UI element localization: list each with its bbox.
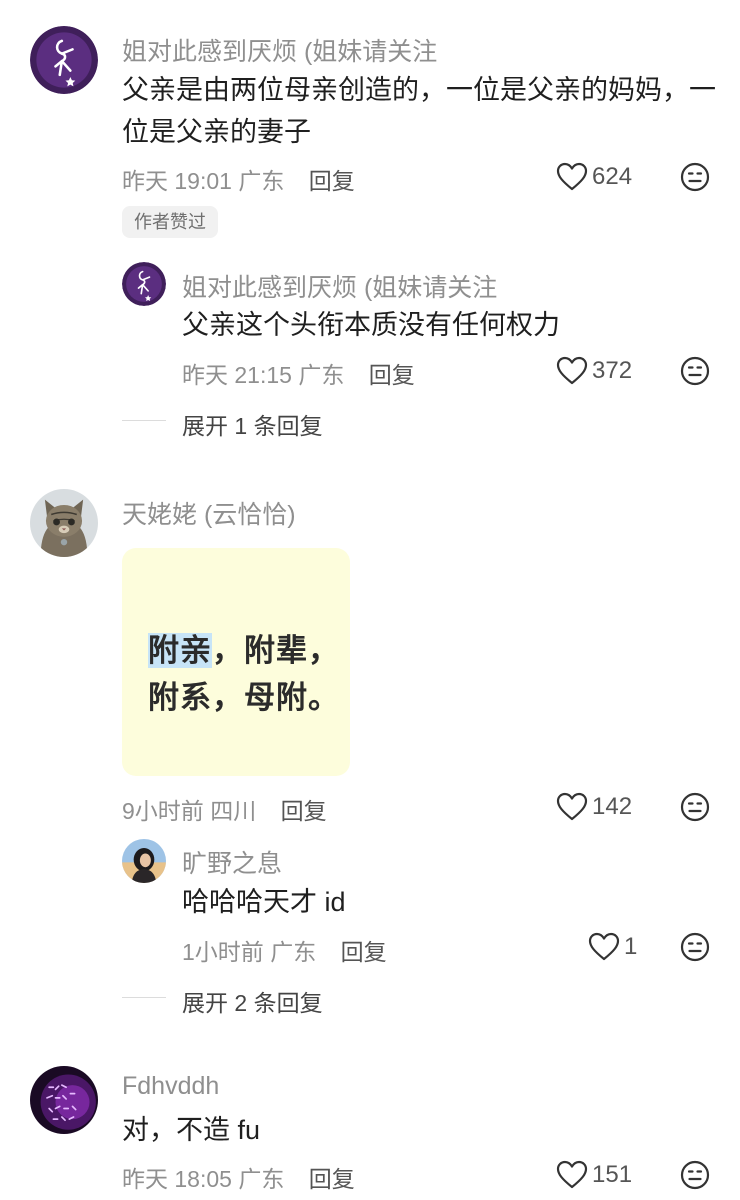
author-liked-badge: 作者赞过 xyxy=(122,206,218,238)
reply-avatar[interactable] xyxy=(122,839,166,883)
highlighted-text: 附亲 xyxy=(148,633,212,668)
neutral-face-icon xyxy=(680,932,710,962)
heart-outline-icon xyxy=(556,1160,588,1190)
avatar[interactable] xyxy=(30,489,98,557)
comment-meta: 昨天 18:05 广东 回复 xyxy=(122,1160,355,1194)
comment-meta: 昨天 19:01 广东 回复 xyxy=(122,162,355,196)
reply-button[interactable]: 回复 xyxy=(309,168,355,194)
like-count: 151 xyxy=(592,1161,633,1188)
neutral-face-icon xyxy=(680,1160,710,1190)
avatar[interactable] xyxy=(30,26,98,94)
like-button[interactable]: 624 xyxy=(556,160,632,194)
like-button[interactable]: 142 xyxy=(556,790,632,824)
comment-time: 昨天 18:05 xyxy=(122,1166,232,1192)
dislike-button[interactable] xyxy=(680,1160,710,1190)
reply-username[interactable]: 旷野之息 xyxy=(182,844,282,880)
comment-time: 昨天 19:01 xyxy=(122,168,232,194)
expand-replies-button[interactable]: 展开 1 条回复 xyxy=(182,407,323,441)
reply-location: 广东 xyxy=(270,939,317,965)
reply-text: 哈哈哈天才 id xyxy=(182,887,346,917)
comment-text-line-1: 父亲是由两位母亲创造的，一位是父亲的妈妈，一 xyxy=(122,75,716,105)
like-button[interactable]: 372 xyxy=(556,354,632,388)
like-count: 142 xyxy=(592,793,633,820)
like-count: 624 xyxy=(592,163,633,190)
dislike-button[interactable] xyxy=(680,792,710,822)
purple-star-figure-avatar-icon xyxy=(30,26,98,94)
reply-location: 广东 xyxy=(298,362,345,388)
dislike-button[interactable] xyxy=(680,932,710,962)
cat-avatar-icon xyxy=(30,489,98,557)
divider xyxy=(122,997,166,998)
reply-time: 昨天 21:15 xyxy=(182,362,292,388)
reply-meta: 昨天 21:15 广东 回复 xyxy=(182,356,415,390)
divider xyxy=(122,420,166,421)
heart-outline-icon xyxy=(556,792,588,822)
purple-text-avatar-icon xyxy=(30,1066,98,1134)
avatar[interactable] xyxy=(30,1066,98,1134)
comment-location: 广东 xyxy=(238,168,285,194)
neutral-face-icon xyxy=(680,356,710,386)
reply-meta: 1小时前 广东 回复 xyxy=(182,933,387,967)
reply-username[interactable]: 姐对此感到厌烦 (姐妹请关注 xyxy=(182,268,497,304)
heart-outline-icon xyxy=(556,356,588,386)
sticker-text: ，附辈， xyxy=(212,633,340,668)
sticker-text-line-2: 附系，母附。 xyxy=(148,680,340,715)
like-count: 372 xyxy=(592,357,633,384)
comment-meta: 9小时前 四川 回复 xyxy=(122,792,327,826)
comment-time: 9小时前 xyxy=(122,798,204,824)
reply-text: 父亲这个头衔本质没有任何权力 xyxy=(182,310,560,340)
reply-button[interactable]: 回复 xyxy=(309,1166,355,1192)
like-button[interactable]: 1 xyxy=(588,930,637,964)
comment-text: 对，不造 fu xyxy=(122,1115,261,1145)
comment-location: 四川 xyxy=(210,798,257,824)
like-button[interactable]: 151 xyxy=(556,1158,632,1192)
comment-username[interactable]: Fdhvddh xyxy=(122,1072,219,1101)
expand-replies-button[interactable]: 展开 2 条回复 xyxy=(182,984,323,1018)
dislike-button[interactable] xyxy=(680,356,710,386)
sticker-text-line-1: 附亲，附辈， xyxy=(148,625,340,670)
comment-username[interactable]: 天姥姥 (云恰恰) xyxy=(122,495,296,531)
like-count: 1 xyxy=(624,933,638,960)
reply-button[interactable]: 回复 xyxy=(369,362,415,388)
comment-username[interactable]: 姐对此感到厌烦 (姐妹请关注 xyxy=(122,32,437,68)
purple-star-figure-avatar-icon xyxy=(122,262,166,306)
heart-outline-icon xyxy=(588,932,620,962)
neutral-face-icon xyxy=(680,792,710,822)
heart-outline-icon xyxy=(556,162,588,192)
reply-button[interactable]: 回复 xyxy=(281,798,327,824)
comment-text-line-2: 位是父亲的妻子 xyxy=(122,117,311,147)
dislike-button[interactable] xyxy=(680,162,710,192)
comment-location: 广东 xyxy=(238,1166,285,1192)
reply-avatar[interactable] xyxy=(122,262,166,306)
portrait-avatar-icon xyxy=(122,839,166,883)
reply-time: 1小时前 xyxy=(182,939,264,965)
reply-button[interactable]: 回复 xyxy=(341,939,387,965)
neutral-face-icon xyxy=(680,162,710,192)
